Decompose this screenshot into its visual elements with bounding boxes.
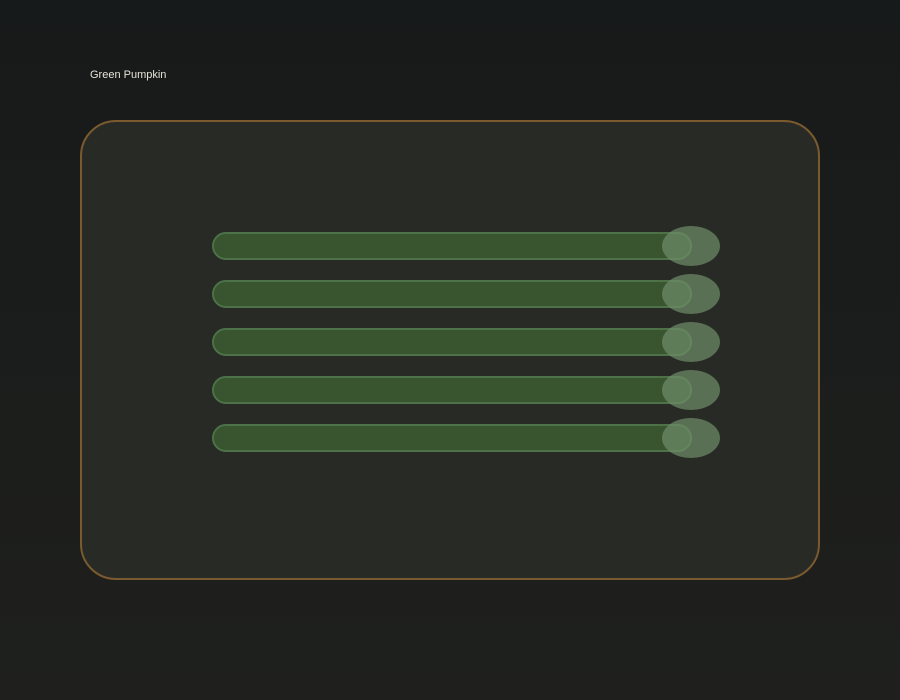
slider-thumb[interactable] <box>662 370 720 410</box>
slider-track[interactable] <box>212 328 692 356</box>
slider-thumb[interactable] <box>662 226 720 266</box>
slider-track[interactable] <box>212 376 692 404</box>
slider-fill <box>214 426 690 450</box>
slider-thumb[interactable] <box>662 274 720 314</box>
page-title: Green Pumpkin <box>90 69 167 81</box>
slider-thumb[interactable] <box>662 418 720 458</box>
slider-fill <box>214 330 690 354</box>
slider-1[interactable] <box>212 226 720 280</box>
slider-2[interactable] <box>212 274 720 328</box>
slider-fill <box>214 234 690 258</box>
slider-3[interactable] <box>212 322 720 376</box>
slider-5[interactable] <box>212 418 720 472</box>
slider-track[interactable] <box>212 424 692 452</box>
sliders-panel <box>80 120 820 580</box>
slider-thumb[interactable] <box>662 322 720 362</box>
slider-fill <box>214 282 690 306</box>
slider-4[interactable] <box>212 370 720 424</box>
slider-track[interactable] <box>212 280 692 308</box>
slider-fill <box>214 378 690 402</box>
slider-track[interactable] <box>212 232 692 260</box>
slider-group <box>212 226 720 472</box>
